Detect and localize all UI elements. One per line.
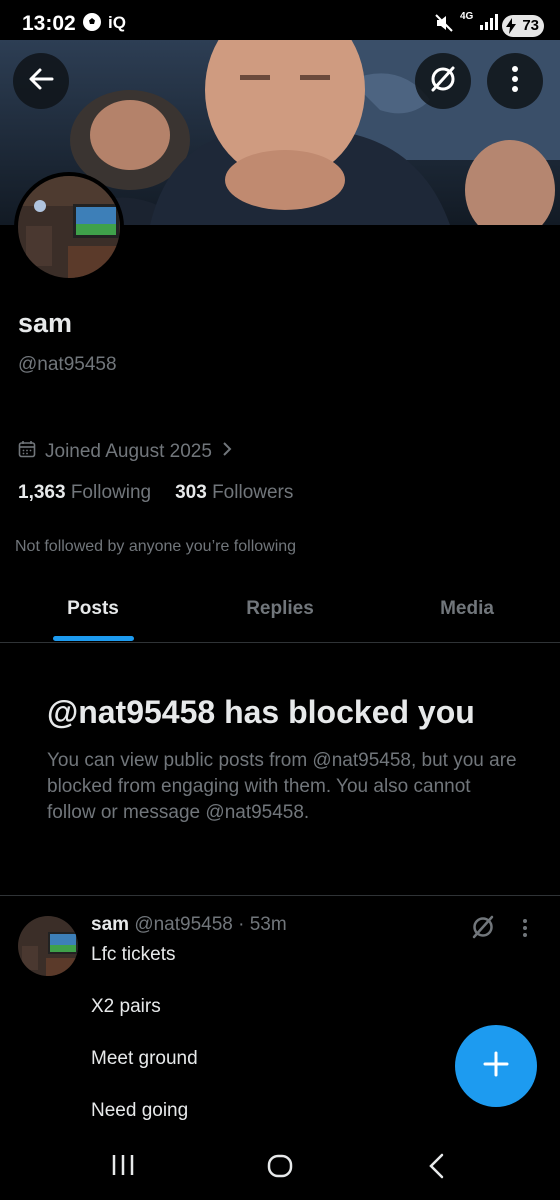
home-icon [267,1154,293,1183]
status-time: 13:02 [22,12,76,35]
football-icon [82,12,102,37]
tab-replies[interactable]: Replies [220,584,340,642]
post-text-line: Need going [91,1100,189,1121]
more-vertical-icon [511,65,519,97]
post-text-line: Lfc tickets [91,944,176,965]
charging-icon [506,18,516,41]
more-vertical-icon [522,919,528,942]
following-link[interactable]: 1,363 Following [18,482,151,504]
joined-date[interactable]: Joined August 2025 [18,438,233,466]
blocked-description: You can view public posts from @nat95458… [47,750,517,823]
network-type: 4G [460,11,474,22]
post-more-button[interactable] [522,918,528,943]
arrow-left-icon [27,65,55,98]
post-grok-button[interactable] [470,914,496,945]
post-meta: @nat95458 · 53m [134,914,287,935]
post-text-line: Meet ground [91,1048,198,1069]
signal-icon [480,14,498,35]
recent-apps-icon [111,1155,135,1181]
profile-avatar[interactable] [14,172,124,282]
profile-handle: @nat95458 [18,354,117,375]
following-label: Following [70,482,152,503]
followers-count: 303 [175,482,207,503]
post-avatar-photo [18,916,78,976]
tab-posts[interactable]: Posts [33,584,153,642]
chevron-left-icon [427,1153,445,1183]
post-header: sam @nat95458 · 53m [91,914,287,936]
chevron-right-icon [221,441,233,463]
followers-label: Followers [212,482,294,503]
blocked-title: @nat95458 has blocked you [47,694,475,730]
system-navigation-bar [0,1135,560,1200]
home-button[interactable] [267,1153,293,1184]
grok-icon [470,915,496,944]
compose-button[interactable] [455,1025,537,1107]
avatar-photo [18,176,120,278]
follow-stats: 1,363 Following 303 Followers [18,482,293,504]
calendar-icon [18,440,36,464]
battery-level: 73 [522,17,539,34]
grok-icon [428,64,458,99]
display-name: sam [18,308,73,338]
active-tab-indicator [53,636,134,641]
post-text-line: X2 pairs [91,996,161,1017]
joined-label: Joined August 2025 [45,441,212,462]
tab-media[interactable]: Media [407,584,527,642]
plus-icon [483,1051,509,1082]
carrier-label: iQ [108,13,126,32]
status-bar: 13:02 iQ 4G 73 [0,0,560,48]
back-button[interactable] [13,53,69,109]
post-author-name[interactable]: sam [91,914,129,935]
mute-icon [434,13,454,38]
more-options-button[interactable] [487,53,543,109]
recent-apps-button[interactable] [111,1153,135,1182]
battery-indicator: 73 [502,15,544,37]
grok-button[interactable] [415,53,471,109]
post-avatar[interactable] [18,916,78,976]
profile-tabs: Posts Replies Media [0,584,560,643]
mutual-followers-note: Not followed by anyone you’re following [15,538,297,555]
system-back-button[interactable] [427,1153,445,1184]
following-count: 1,363 [18,482,66,503]
followers-link[interactable]: 303 Followers [175,482,293,504]
divider [0,895,560,896]
